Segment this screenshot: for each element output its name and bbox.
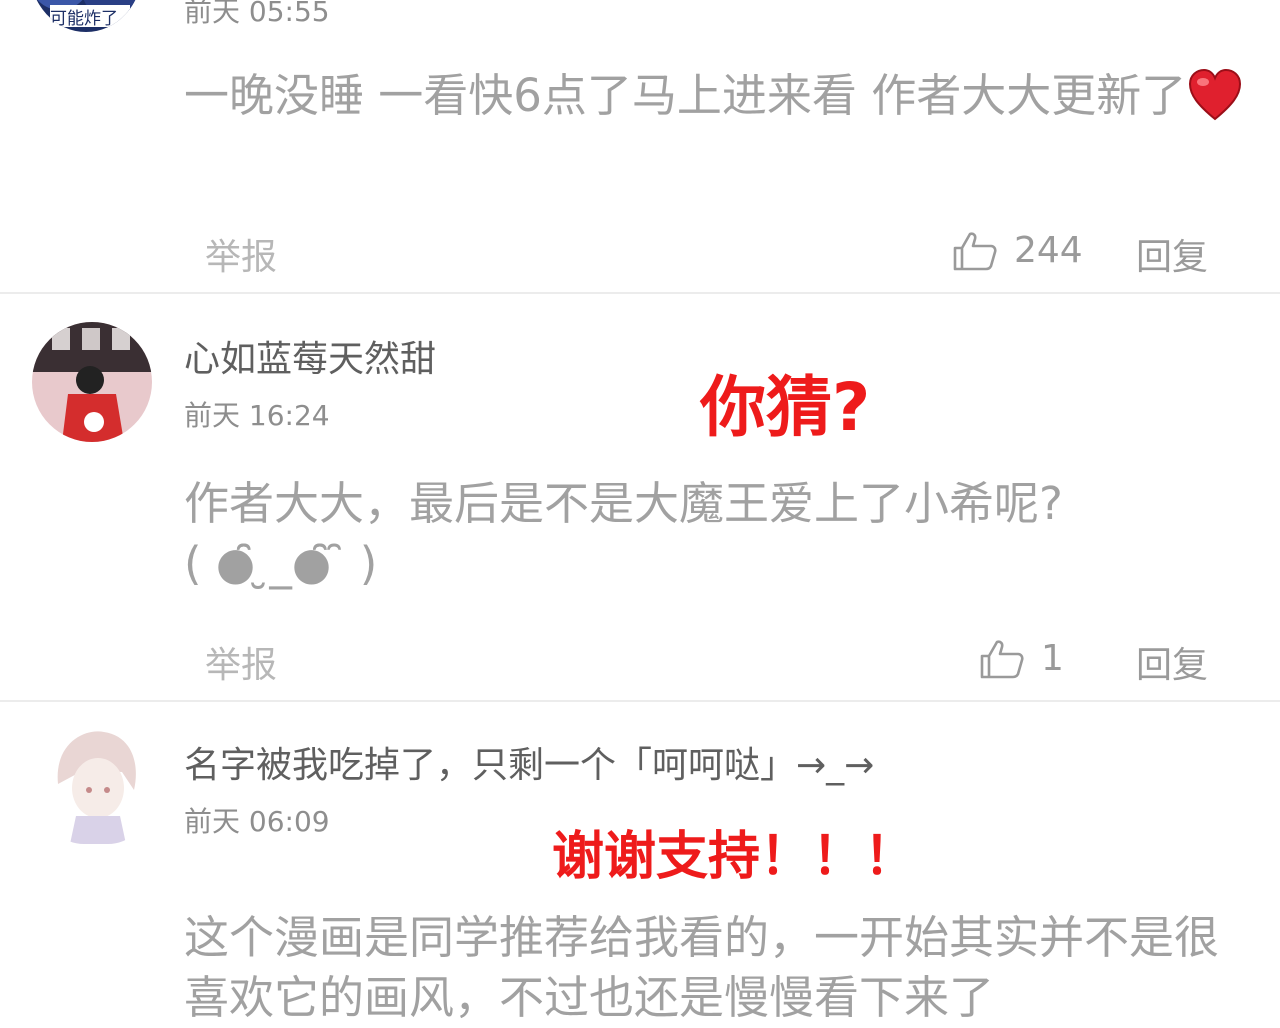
thumbs-up-icon [952, 231, 998, 271]
heart-emoji-icon [1188, 69, 1242, 121]
overlay-annotation: 你猜? [700, 369, 871, 446]
comment-item: 心如蓝莓天然甜 前天 16:24 作者大大，最后是不是大魔王爱上了小希呢? ( … [0, 294, 1280, 700]
comment-emoticon: ( ●̑̑ ̮_●̑̑ ̑ ) [184, 537, 378, 590]
avatar[interactable] [32, 322, 152, 442]
overlay-annotation: 谢谢支持！！！ [552, 827, 917, 887]
comment-time: 前天 16:24 [184, 399, 330, 432]
like-count: 244 [1014, 230, 1083, 271]
comment-time: 前天 05:55 [184, 0, 330, 28]
comment-username[interactable]: 心如蓝莓天然甜 [184, 330, 436, 382]
thumbs-up-icon [979, 639, 1025, 679]
comment-content: 这个漫画是同学推荐给我看的，一开始其实并不是很喜欢它的画风，不过也还是慢慢看下来… [184, 911, 1220, 1024]
comment-text: 一晚没睡 一看快6点了马上进来看 作者大大更新了 [184, 69, 1187, 122]
comment-content: 一晚没睡 一看快6点了马上进来看 作者大大更新了 [184, 66, 1244, 126]
reply-button[interactable]: 回复 [1136, 636, 1208, 688]
avatar-text: 可能炸了 [50, 9, 118, 29]
like-count: 1 [1041, 638, 1064, 679]
reply-button[interactable]: 回复 [1136, 228, 1208, 280]
comment-item: 可能炸了 前天 05:55 一晚没睡 一看快6点了马上进来看 作者大大更新了 举… [0, 0, 1280, 292]
like-button[interactable]: 244 [952, 230, 1083, 271]
comment-time: 前天 06:09 [184, 805, 330, 838]
report-button[interactable]: 举报 [205, 636, 277, 688]
comment-text: 作者大大，最后是不是大魔王爱上了小希呢? [184, 477, 1063, 530]
like-button[interactable]: 1 [979, 638, 1064, 679]
report-button[interactable]: 举报 [205, 228, 277, 280]
comment-username[interactable]: 名字被我吃掉了，只剩一个「呵呵哒」→_→ [184, 736, 874, 788]
avatar[interactable] [44, 724, 148, 844]
comment-content: 作者大大，最后是不是大魔王爱上了小希呢? ( ●̑̑ ̮_●̑̑ ̑ ) [184, 474, 1244, 594]
